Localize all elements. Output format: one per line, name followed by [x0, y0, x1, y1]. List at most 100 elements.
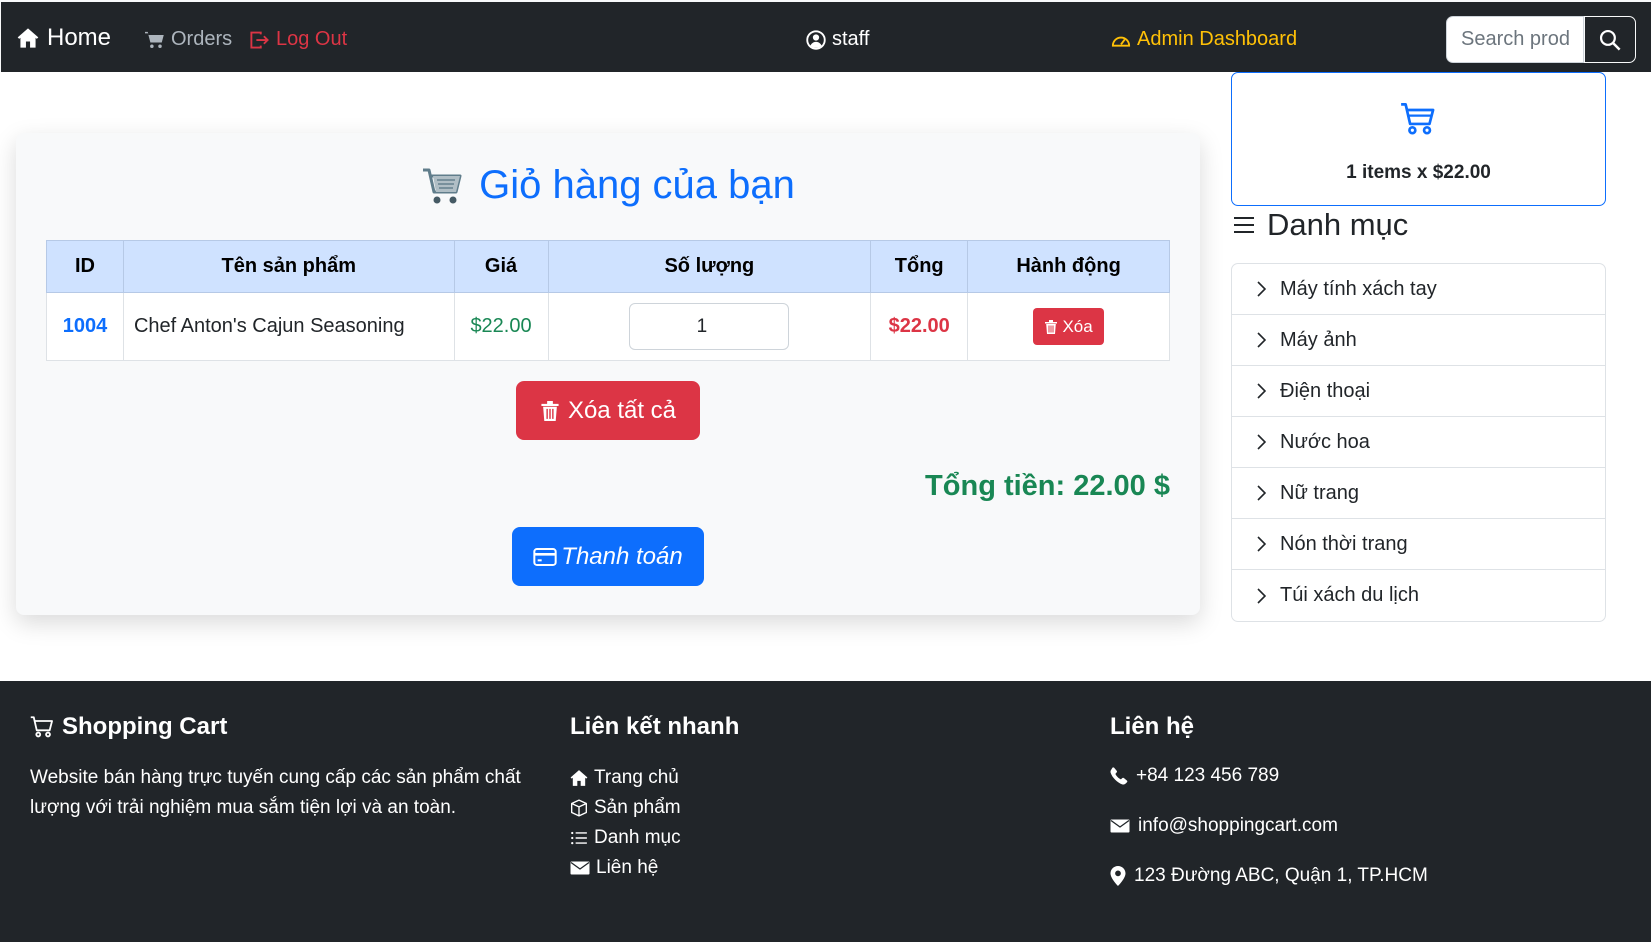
footer-contact-heading: Liên hệ [1110, 713, 1195, 740]
clear-all-label: Xóa tất cả [567, 396, 677, 424]
cart-card: Giỏ hàng của bạn ID Tên sản phẩm Giá Số … [16, 133, 1200, 615]
chevron-right-icon [1256, 383, 1266, 399]
footer-email-text: info@shoppingcart.com [1138, 815, 1338, 836]
category-label: Túi xách du lịch [1280, 584, 1419, 606]
footer-link-home[interactable]: Trang chủ [570, 763, 739, 793]
category-item-perfume[interactable]: Nước hoa [1232, 417, 1605, 468]
nav-home-link[interactable]: Home [17, 24, 111, 52]
list-icon [1233, 215, 1255, 235]
cell-action: Xóa [967, 292, 1170, 361]
category-item-phones[interactable]: Điện thoại [1232, 366, 1605, 417]
category-label: Điện thoại [1280, 379, 1371, 402]
nav-user-link[interactable]: staff [806, 28, 869, 51]
nav-orders-label: Orders [171, 28, 233, 50]
grand-total: Tổng tiền: 22.00 $ [925, 470, 1170, 502]
footer: Shopping Cart Website bán hàng trực tuyế… [0, 681, 1651, 942]
footer-quick-links: Liên kết nhanh Trang chủ Sản phẩm Danh m… [570, 713, 739, 883]
delete-item-button[interactable]: Xóa [1033, 308, 1104, 345]
footer-links-heading: Liên kết nhanh [570, 713, 740, 740]
cart-icon [145, 30, 165, 50]
house-icon [17, 27, 39, 49]
category-item-hats[interactable]: Nón thời trang [1232, 519, 1605, 570]
category-item-jewelry[interactable]: Nữ trang [1232, 468, 1605, 519]
footer-brand-heading: Shopping Cart [30, 713, 550, 741]
speedometer-icon [1111, 31, 1131, 49]
category-label: Nước hoa [1280, 430, 1370, 453]
footer-contact: Liên hệ +84 123 456 789 info@shoppingcar… [1110, 713, 1428, 901]
chevron-right-icon [1256, 485, 1266, 501]
chevron-right-icon [1256, 536, 1266, 552]
chevron-right-icon [1256, 281, 1266, 297]
cart-icon [1400, 101, 1436, 137]
cell-line-total: $22.00 [870, 292, 969, 361]
footer-phone-text: +84 123 456 789 [1136, 765, 1280, 786]
quantity-input[interactable] [629, 303, 790, 350]
user-circle-icon [806, 29, 826, 50]
footer-link-label: Liên hệ [596, 857, 659, 878]
chevron-right-icon [1256, 587, 1266, 604]
envelope-icon [1110, 818, 1130, 834]
search-button[interactable] [1584, 16, 1636, 63]
cart-heading: Giỏ hàng của bạn [16, 163, 1200, 208]
column-header-price: Giá [453, 240, 549, 293]
category-label: Nữ trang [1280, 481, 1359, 504]
categories-heading-label: Danh mục [1267, 207, 1409, 242]
shopping-cart-emoji-icon [421, 166, 463, 206]
footer-address: 123 Đường ABC, Quận 1, TP.HCM [1110, 851, 1428, 901]
footer-link-label: Trang chủ [594, 767, 679, 788]
delete-item-label: Xóa [1062, 316, 1093, 336]
cell-quantity [547, 292, 872, 361]
cart-table: ID Tên sản phẩm Giá Số lượng Tổng Hành đ… [46, 240, 1170, 361]
mini-cart-widget[interactable]: 1 items x $22.00 [1231, 72, 1606, 206]
cell-product-name: Chef Anton's Cajun Seasoning [122, 292, 455, 361]
nav-orders-link[interactable]: Orders [145, 28, 232, 51]
envelope-icon [570, 860, 590, 876]
logout-icon [249, 30, 270, 50]
box-icon [570, 799, 588, 817]
nav-admin-dashboard-link[interactable]: Admin Dashboard [1111, 28, 1297, 51]
footer-email[interactable]: info@shoppingcart.com [1110, 801, 1428, 851]
list-icon [570, 829, 588, 847]
category-item-laptops[interactable]: Máy tính xách tay [1232, 264, 1605, 315]
footer-link-contact[interactable]: Liên hệ [570, 853, 739, 883]
category-label: Nón thời trang [1280, 532, 1408, 555]
nav-logout-link[interactable]: Log Out [249, 28, 347, 51]
footer-phone: +84 123 456 789 [1110, 751, 1428, 801]
nav-home-label: Home [47, 24, 112, 51]
search-input[interactable] [1446, 16, 1584, 63]
chevron-right-icon [1256, 434, 1266, 450]
footer-description: Website bán hàng trực tuyến cung cấp các… [30, 767, 521, 818]
category-item-travel-bags[interactable]: Túi xách du lịch [1232, 570, 1605, 621]
footer-about: Shopping Cart Website bán hàng trực tuyế… [30, 713, 550, 823]
category-label: Máy tính xách tay [1280, 277, 1437, 300]
column-header-quantity: Số lượng [547, 240, 872, 293]
cart-icon [30, 715, 54, 739]
categories-heading: Danh mục [1233, 207, 1408, 243]
checkout-label: Thanh toán [561, 542, 683, 570]
trash-icon [1044, 319, 1058, 335]
nav-logout-label: Log Out [276, 28, 348, 50]
cell-product-price: $22.00 [453, 292, 549, 361]
column-header-name: Tên sản phẩm [122, 240, 455, 293]
footer-link-label: Sản phẩm [594, 797, 681, 818]
credit-card-icon [533, 547, 557, 567]
footer-address-text: 123 Đường ABC, Quận 1, TP.HCM [1134, 865, 1428, 886]
chevron-right-icon [1256, 332, 1266, 348]
map-pin-icon [1110, 866, 1126, 886]
column-header-action: Hành động [967, 240, 1170, 293]
nav-user-label: staff [832, 28, 870, 50]
category-item-cameras[interactable]: Máy ảnh [1232, 315, 1605, 366]
table-row: 1004 Chef Anton's Cajun Seasoning $22.00… [46, 292, 1170, 361]
clear-all-button[interactable]: Xóa tất cả [516, 381, 700, 440]
checkout-button[interactable]: Thanh toán [512, 527, 704, 586]
cart-table-header-row: ID Tên sản phẩm Giá Số lượng Tổng Hành đ… [46, 240, 1170, 293]
footer-brand-label: Shopping Cart [62, 713, 228, 740]
footer-link-categories[interactable]: Danh mục [570, 823, 739, 853]
house-icon [570, 769, 588, 787]
footer-link-products[interactable]: Sản phẩm [570, 793, 739, 823]
search-icon [1599, 29, 1621, 51]
column-header-id: ID [46, 240, 124, 293]
cell-product-id: 1004 [46, 292, 124, 361]
cart-title-text: Giỏ hàng của bạn [479, 163, 795, 207]
phone-icon [1110, 767, 1128, 785]
